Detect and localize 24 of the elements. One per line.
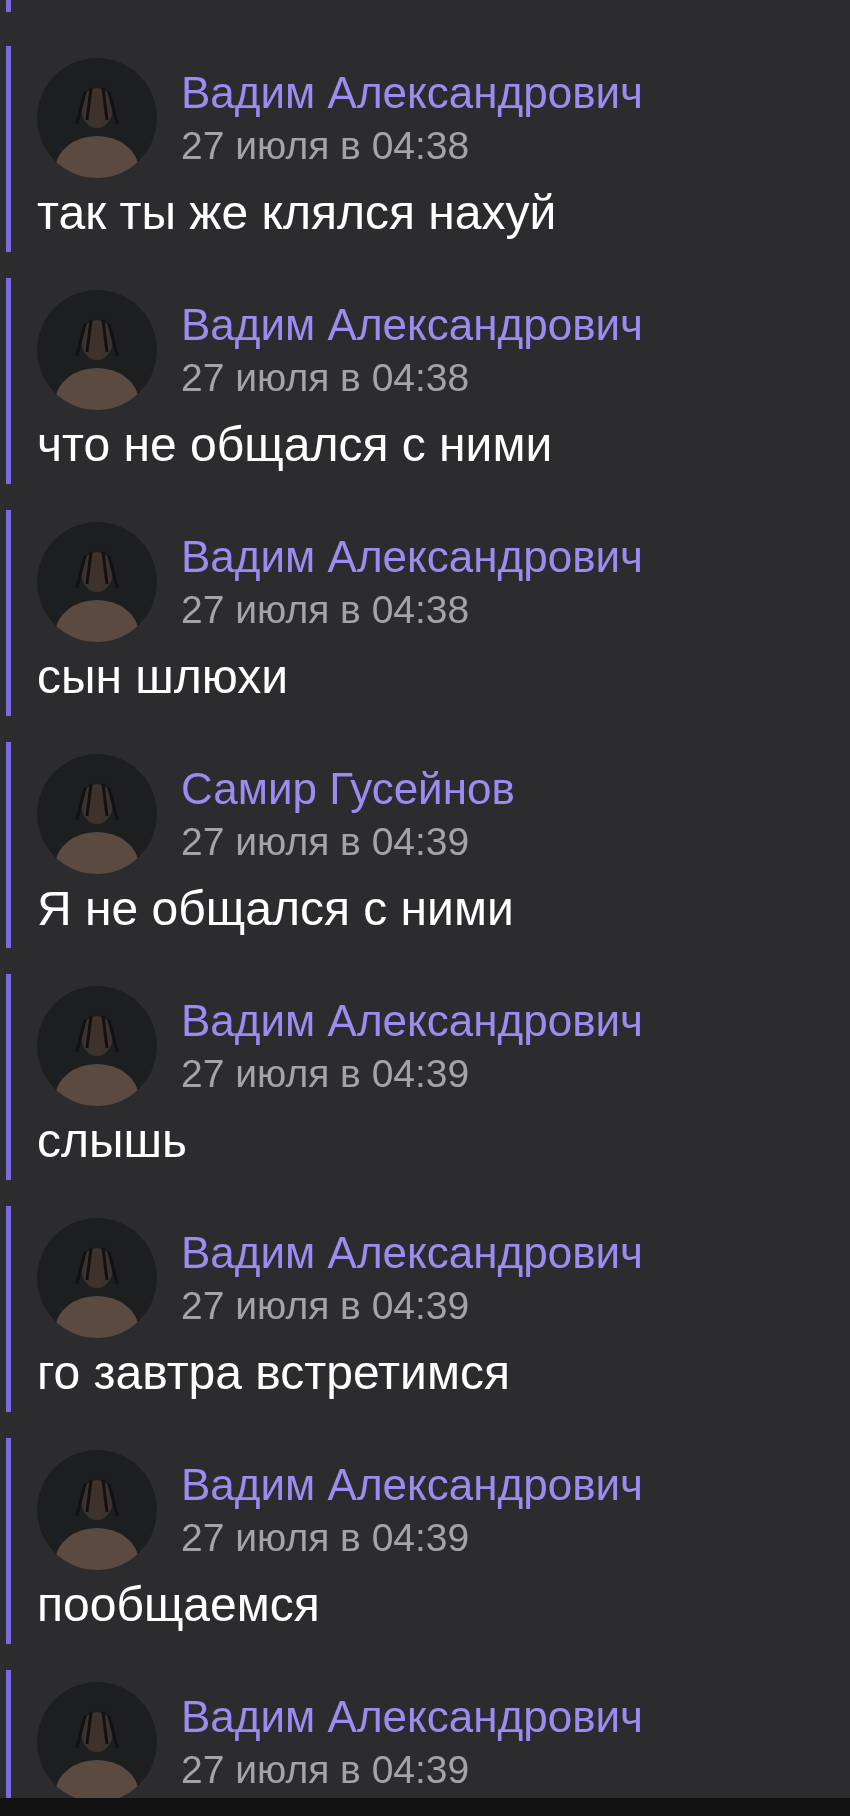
author-name[interactable]: Самир Гусейнов	[181, 763, 515, 815]
message-time: 27 июля в 04:39	[181, 1747, 471, 1793]
author-name[interactable]: Вадим Александрович	[181, 299, 644, 351]
author-name[interactable]: Вадим Александрович	[181, 995, 644, 1047]
author-name[interactable]: Вадим Александрович	[181, 531, 644, 583]
author-name[interactable]: Вадим Александрович	[181, 67, 644, 119]
author-name[interactable]: Вадим Александрович	[181, 1459, 644, 1511]
message-time: 27 июля в 04:39	[181, 1515, 471, 1561]
message-text: сын шлюхи	[37, 649, 290, 705]
message-text: так ты же клялся нахуй	[37, 185, 558, 241]
message-time: 27 июля в 04:38	[181, 587, 471, 633]
author-name[interactable]: Вадим Александрович	[181, 1691, 644, 1743]
message-accent-bar	[6, 0, 11, 12]
message-time: 27 июля в 04:38	[181, 123, 471, 169]
message-time: 27 июля в 04:39	[181, 1283, 471, 1329]
message-text: слышь	[37, 1113, 189, 1169]
message-time: 27 июля в 04:39	[181, 819, 471, 865]
message-time: 27 июля в 04:38	[181, 355, 471, 401]
message-text: Я не общался с ними	[37, 881, 515, 937]
message-text: что не общался с ними	[37, 417, 554, 473]
message-time: 27 июля в 04:39	[181, 1051, 471, 1097]
message-text: пообщаемся	[37, 1577, 321, 1633]
author-name[interactable]: Вадим Александрович	[181, 1227, 644, 1279]
message-text: го завтра встретимся	[37, 1345, 511, 1401]
